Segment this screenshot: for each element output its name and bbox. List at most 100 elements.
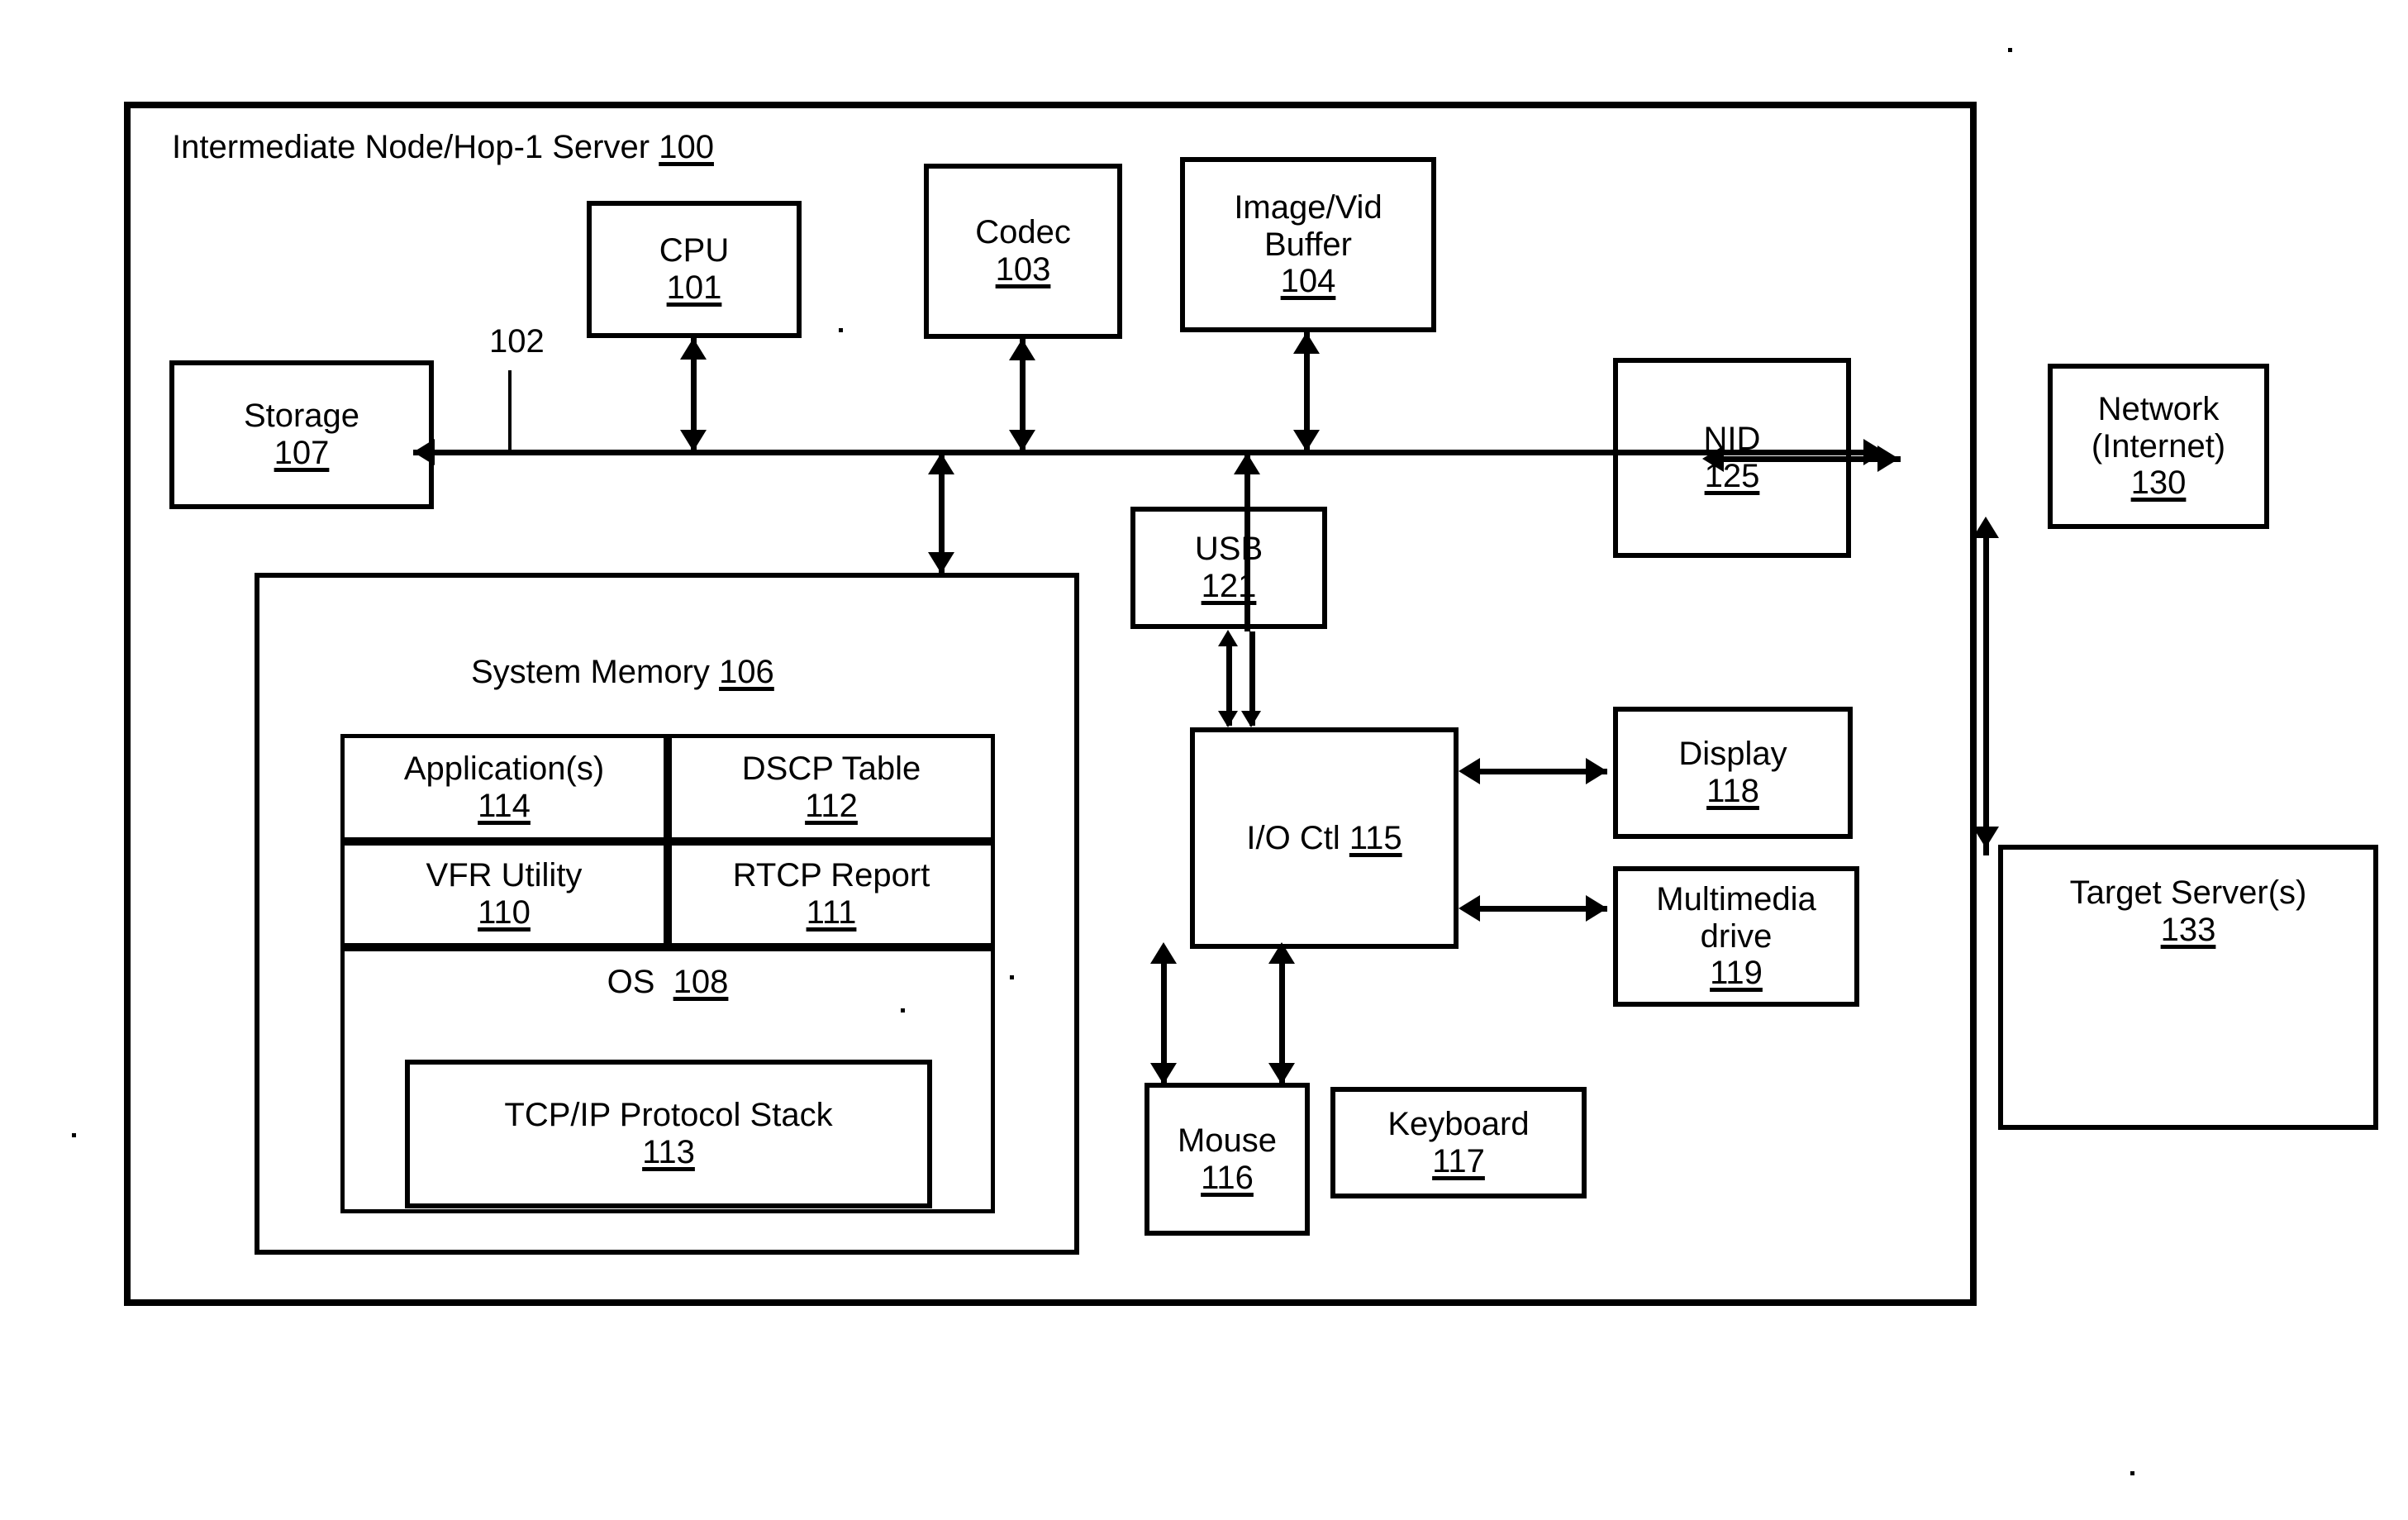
- block-multimedia-drive-label-line2: drive: [1700, 917, 1773, 955]
- connector-bus-codec-arrow-up: [1009, 339, 1035, 360]
- connector-usb-ioctl-left-arrow-down: [1218, 711, 1238, 727]
- memory-cell-applications-number: 114: [478, 788, 531, 824]
- bus-label-102: 102: [489, 322, 545, 360]
- block-display-label: Display: [1678, 736, 1787, 773]
- block-keyboard-label: Keyboard: [1387, 1105, 1530, 1142]
- block-mouse-label: Mouse: [1177, 1122, 1278, 1159]
- block-io-controller[interactable]: I/O Ctl 115: [1190, 727, 1459, 949]
- connector-bus-cpu-arrow-up: [680, 338, 707, 360]
- block-network-internet[interactable]: Network (Internet) 130: [2048, 364, 2269, 529]
- connector-nid-external-arrow-left: [1702, 446, 1724, 472]
- block-codec[interactable]: Codec 103: [924, 164, 1122, 339]
- block-keyboard-number: 117: [1432, 1142, 1485, 1179]
- block-io-controller-label: I/O Ctl 115: [1246, 820, 1401, 857]
- block-network-number: 130: [2130, 465, 2187, 502]
- block-cpu[interactable]: CPU 101: [587, 201, 802, 338]
- connector-network-target-trunk: [1983, 533, 1989, 855]
- system-memory-title: System Memory 106: [471, 653, 774, 691]
- memory-cell-dscp-table-label: DSCP Table: [741, 750, 921, 788]
- connector-bus-usb-arrow-up: [1234, 453, 1260, 474]
- connector-ioctl-keyboard-arrow-down: [1268, 1063, 1295, 1084]
- bus-arrow-to-storage: [413, 439, 435, 465]
- block-io-controller-number: 115: [1349, 819, 1402, 856]
- connector-bus-system-memory-arrow-up: [928, 453, 954, 474]
- block-io-controller-label-text: I/O Ctl: [1246, 819, 1340, 856]
- block-multimedia-drive-label-line1: Multimedia: [1656, 880, 1816, 917]
- block-mouse-number: 116: [1201, 1159, 1254, 1196]
- block-target-servers[interactable]: Target Server(s) 133: [1998, 845, 2378, 1130]
- system-bus-line: [413, 450, 1863, 455]
- memory-cell-applications-label: Application(s): [403, 750, 605, 788]
- scan-speck: [1010, 975, 1014, 979]
- connector-ioctl-display-arrow-left: [1459, 758, 1480, 784]
- connector-bus-image-buffer-arrow-up: [1293, 332, 1320, 354]
- memory-cell-tcpip-protocol-stack-number: 113: [642, 1134, 695, 1170]
- connector-network-target-arrow-down: [1973, 827, 1999, 848]
- memory-cell-dscp-table[interactable]: DSCP Table 112: [668, 734, 995, 841]
- block-mouse[interactable]: Mouse 116: [1145, 1083, 1310, 1236]
- memory-cell-tcpip-protocol-stack-label: TCP/IP Protocol Stack: [504, 1097, 833, 1134]
- block-display[interactable]: Display 118: [1613, 707, 1853, 839]
- connector-ioctl-mouse-arrow-up: [1150, 942, 1177, 964]
- scan-speck: [839, 328, 843, 332]
- block-cpu-label: CPU: [659, 232, 730, 269]
- connector-bus-image-buffer-arrow-down: [1293, 430, 1320, 451]
- memory-cell-vfr-utility-label: VFR Utility: [426, 857, 583, 894]
- memory-cell-vfr-utility-number: 110: [478, 894, 531, 931]
- connector-ioctl-display-arrow-right: [1586, 758, 1607, 784]
- block-network-label-line1: Network: [2097, 390, 2220, 427]
- connector-bus-codec-arrow-down: [1009, 430, 1035, 451]
- block-storage-label: Storage: [243, 398, 360, 435]
- scan-speck: [2008, 48, 2012, 52]
- memory-cell-os-number: 108: [673, 964, 729, 1000]
- block-keyboard[interactable]: Keyboard 117: [1330, 1087, 1587, 1198]
- block-image-video-buffer-label-line1: Image/Vid: [1234, 188, 1382, 226]
- block-storage[interactable]: Storage 107: [169, 360, 434, 509]
- block-target-servers-label: Target Server(s): [2069, 874, 2307, 911]
- connector-usb-passthrough: [1244, 507, 1250, 631]
- connector-ioctl-mouse-arrow-down: [1150, 1063, 1177, 1084]
- system-memory-title-number: 106: [719, 654, 774, 690]
- connector-network-target-arrow-up: [1973, 517, 1999, 538]
- block-codec-number: 103: [995, 251, 1051, 288]
- connector-nid-external-arrow-right: [1877, 446, 1899, 472]
- block-cpu-number: 101: [666, 269, 722, 306]
- bus-label-102-text: 102: [489, 323, 545, 360]
- block-image-video-buffer-number: 104: [1280, 263, 1336, 300]
- system-memory-title-text: System Memory: [471, 654, 710, 690]
- container-title-text: Intermediate Node/Hop-1 Server: [172, 129, 650, 165]
- connector-usb-ioctl-right-arrow-down: [1241, 711, 1261, 727]
- connector-ioctl-multimedia-arrow-right: [1586, 895, 1607, 922]
- connector-ioctl-keyboard-arrow-up: [1268, 942, 1295, 964]
- block-multimedia-drive-number: 119: [1710, 955, 1763, 992]
- block-multimedia-drive[interactable]: Multimedia drive 119: [1613, 866, 1859, 1007]
- connector-bus-cpu-arrow-down: [680, 430, 707, 451]
- block-image-video-buffer-label-line2: Buffer: [1264, 226, 1352, 263]
- figure-canvas: Intermediate Node/Hop-1 Server 100 CPU 1…: [0, 0, 2408, 1520]
- container-title-number: 100: [659, 129, 714, 165]
- connector-ioctl-multimedia-arrow-left: [1459, 895, 1480, 922]
- block-usb[interactable]: USB 121: [1130, 507, 1327, 629]
- scan-speck: [2130, 1471, 2134, 1475]
- memory-cell-tcpip-protocol-stack[interactable]: TCP/IP Protocol Stack 113: [405, 1060, 932, 1208]
- block-network-label-line2: (Internet): [2091, 427, 2226, 465]
- memory-cell-rtcp-report-label: RTCP Report: [732, 857, 930, 894]
- memory-cell-rtcp-report[interactable]: RTCP Report 111: [668, 841, 995, 947]
- scan-speck: [901, 1008, 905, 1013]
- block-target-servers-number: 133: [2160, 911, 2216, 948]
- memory-cell-dscp-table-number: 112: [805, 788, 858, 824]
- block-display-number: 118: [1706, 773, 1759, 809]
- scan-speck: [72, 1133, 76, 1137]
- memory-cell-rtcp-report-number: 111: [806, 894, 857, 931]
- block-image-video-buffer[interactable]: Image/Vid Buffer 104: [1180, 157, 1436, 332]
- connector-nid-external: [1711, 456, 1901, 462]
- block-storage-number: 107: [274, 435, 330, 471]
- container-title: Intermediate Node/Hop-1 Server 100: [172, 128, 714, 166]
- memory-cell-applications[interactable]: Application(s) 114: [340, 734, 668, 841]
- connector-usb-ioctl-left-arrow-up: [1218, 630, 1238, 646]
- memory-cell-os-label: OS 108: [607, 963, 729, 1001]
- block-codec-label: Codec: [975, 214, 1071, 251]
- memory-cell-vfr-utility[interactable]: VFR Utility 110: [340, 841, 668, 947]
- memory-cell-os-label-text: OS: [607, 964, 655, 1000]
- connector-bus-system-memory-arrow-down: [928, 552, 954, 574]
